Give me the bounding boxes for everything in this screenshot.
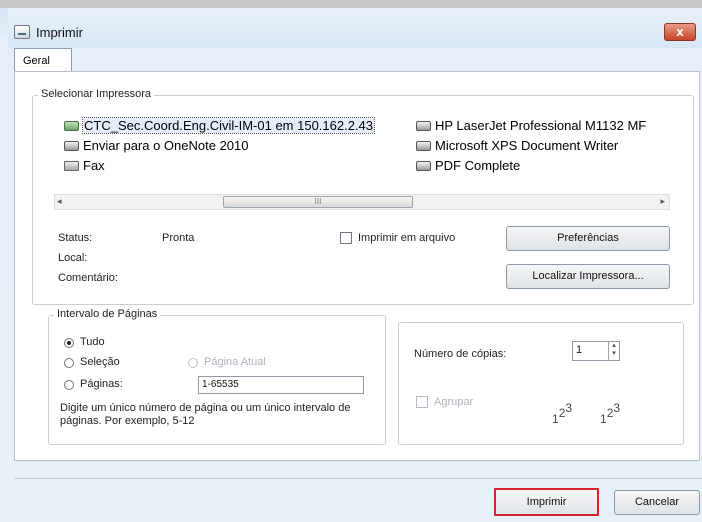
radio-pages[interactable]: [64, 380, 74, 390]
copies-label: Número de cópias:: [414, 348, 507, 360]
spin-down-icon[interactable]: ▾: [609, 350, 619, 358]
printer-icon: [416, 160, 431, 171]
selection-label: Seleção: [80, 356, 120, 368]
preferences-button[interactable]: Preferências: [506, 226, 670, 251]
printer-icon: [64, 140, 79, 151]
printer-item[interactable]: CTC_Sec.Coord.Eng.Civil-IM-01 em 150.162…: [64, 117, 376, 134]
printer-label: PDF Complete: [435, 158, 521, 173]
local-label: Local:: [58, 252, 88, 264]
printer-item[interactable]: Fax: [64, 158, 105, 173]
printer-item[interactable]: HP LaserJet Professional M1132 MF: [416, 118, 646, 133]
printer-label: CTC_Sec.Coord.Eng.Civil-IM-01 em 150.162…: [81, 117, 376, 134]
window-top-edge: [0, 0, 702, 8]
page-range-hint: Digite um único número de página ou um ú…: [60, 402, 351, 427]
scroll-left-arrow-icon[interactable]: ◂: [57, 196, 62, 207]
printer-item[interactable]: Enviar para o OneNote 2010: [64, 138, 249, 153]
printer-item[interactable]: PDF Complete: [416, 158, 520, 173]
printer-label: Fax: [83, 158, 105, 173]
print-to-file-checkbox[interactable]: [340, 232, 352, 244]
page-range-legend: Intervalo de Páginas: [54, 308, 161, 320]
close-button[interactable]: x: [664, 23, 696, 41]
print-button[interactable]: Imprimir: [494, 488, 599, 516]
radio-all-pages[interactable]: [64, 338, 74, 348]
cancel-button[interactable]: Cancelar: [614, 490, 700, 515]
copies-group: [398, 322, 684, 445]
title-bar: Imprimir x: [8, 8, 702, 48]
current-page-label: Página Atual: [204, 356, 266, 368]
window-title: Imprimir: [36, 25, 83, 40]
collate-pages-icon: 123: [552, 401, 573, 426]
collate-label: Agrupar: [434, 396, 474, 408]
footer-separator: [14, 478, 702, 479]
printer-icon: [416, 140, 431, 151]
printer-group-legend: Selecionar Impressora: [38, 88, 155, 100]
printer-label: HP LaserJet Professional M1132 MF: [435, 118, 647, 133]
scroll-right-arrow-icon[interactable]: ▸: [660, 196, 665, 207]
collate-pages-icon: 123: [600, 401, 621, 426]
scrollbar-thumb[interactable]: III: [223, 196, 413, 208]
status-label: Status:: [58, 232, 93, 244]
printer-icon: [14, 25, 30, 39]
pages-input[interactable]: 1-65535: [198, 376, 364, 394]
comment-label: Comentário:: [58, 272, 118, 284]
copies-spinner[interactable]: ▴ ▾: [608, 342, 619, 360]
printer-icon: [416, 120, 431, 131]
find-printer-button[interactable]: Localizar Impressora...: [506, 264, 670, 289]
fax-icon: [64, 160, 79, 171]
status-value: Pronta: [162, 232, 195, 244]
print-dialog: Imprimir x Geral Selecionar Impressora C…: [0, 0, 702, 522]
all-pages-label: Tudo: [80, 336, 105, 348]
radio-selection[interactable]: [64, 358, 74, 368]
horizontal-scrollbar[interactable]: ◂ III ▸: [54, 194, 670, 210]
network-printer-icon: [64, 120, 79, 131]
printer-label: Enviar para o OneNote 2010: [83, 138, 249, 153]
printer-label: Microsoft XPS Document Writer: [435, 138, 619, 153]
printer-item[interactable]: Microsoft XPS Document Writer: [416, 138, 618, 153]
spin-up-icon[interactable]: ▴: [609, 342, 619, 350]
pages-label: Páginas:: [80, 378, 123, 390]
collate-checkbox[interactable]: [416, 396, 428, 408]
radio-current-page[interactable]: [188, 358, 198, 368]
print-to-file-label: Imprimir em arquivo: [358, 232, 456, 244]
tab-geral[interactable]: Geral: [14, 48, 72, 72]
printer-list[interactable]: CTC_Sec.Coord.Eng.Civil-IM-01 em 150.162…: [54, 112, 670, 190]
